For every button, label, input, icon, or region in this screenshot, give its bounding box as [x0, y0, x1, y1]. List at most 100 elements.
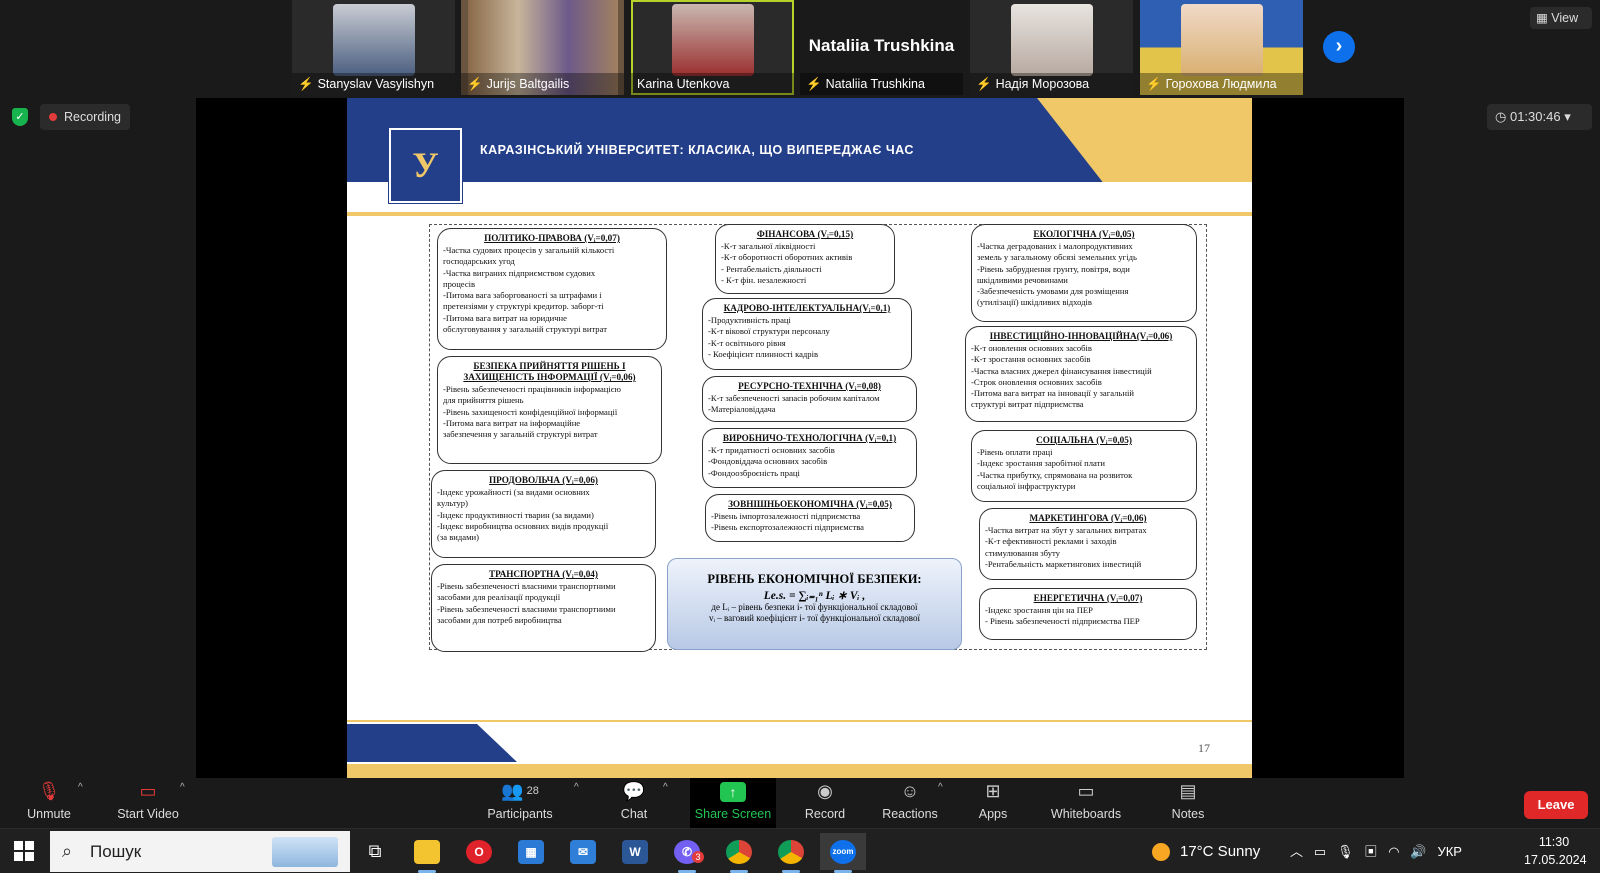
component-indicator: - Рентабельність діяльності — [721, 263, 822, 274]
microsoft-store-icon[interactable]: ▦ — [508, 833, 554, 870]
mail-icon[interactable]: ✉ — [560, 833, 606, 870]
zoom-icon[interactable]: zoom — [820, 833, 866, 873]
participant-name: Nataliia Trushkina — [825, 77, 925, 91]
component-indicator: соціальної інфраструктури — [977, 480, 1076, 491]
participants-button[interactable]: 👥 28 Participants ^ — [480, 778, 578, 828]
display-icon[interactable]: ▣ — [1364, 844, 1377, 859]
unmute-button[interactable]: 🎙 Unmute ^ — [18, 778, 83, 828]
windows-start-icon[interactable] — [14, 841, 34, 861]
component-indicator: культур) — [437, 498, 468, 509]
participant-tile[interactable]: Nataliia Trushkina ⚡ Nataliia Trushkina — [800, 0, 963, 95]
meet-now-icon[interactable]: ▭ — [1314, 844, 1326, 859]
chevron-up-icon[interactable]: ^ — [574, 782, 579, 793]
participant-name: Надія Морозова — [995, 77, 1090, 91]
component-title: ТРАНСПОРТНА (Vᵢ=0,04) — [489, 569, 598, 579]
chevron-up-icon[interactable]: ^ — [938, 782, 943, 793]
component-indicator: -Рівень забезпеченості власними транспор… — [437, 581, 616, 591]
chevron-up-icon[interactable]: ^ — [180, 782, 185, 793]
component-indicator: -Індекс зростання заробітної плати — [977, 458, 1106, 469]
whiteboards-button[interactable]: ▭ Whiteboards — [1048, 778, 1124, 828]
component-indicator: -Рентабельність маркетингових інвестицій — [985, 558, 1142, 569]
component-title: РЕСУРСНО-ТЕХНІЧНА (Vᵢ=0,08) — [738, 381, 881, 391]
taskbar-search-box[interactable]: ⌕ Пошук — [50, 831, 350, 872]
notes-button[interactable]: ▤ Notes — [1168, 778, 1208, 828]
chat-button[interactable]: 💬 Chat ^ — [615, 778, 668, 828]
component-indicator: -Рівень експортозалежності підприємства — [711, 522, 864, 533]
chevron-up-icon[interactable]: ︿ — [1290, 844, 1303, 859]
participant-tile[interactable]: ⚡ Jurijs Baltgailis — [461, 0, 624, 95]
share-screen-button[interactable]: ↑ Share Screen — [690, 778, 776, 828]
component-indicator: -Індекс виробництва основних видів проду… — [437, 520, 609, 531]
viber-badge: 3 — [692, 851, 704, 863]
component-indicator: -Питома вага витрат на інновації у загал… — [971, 388, 1134, 399]
grid-icon: ▦ — [1536, 11, 1552, 25]
component-title: БЕЗПЕКА ПРИЙНЯТТЯ РІШЕНЬ І ЗАХИЩЕНІСТЬ І… — [463, 361, 636, 382]
participant-tile[interactable]: ⚡ Stanyslav Vasylishyn — [292, 0, 455, 95]
component-indicator: -Питома вага витрат на юридичне — [443, 312, 567, 323]
chrome-icon[interactable] — [716, 833, 762, 873]
component-title: ВИРОБНИЧО-ТЕХНОЛОГІЧНА (Vᵢ=0,1) — [722, 433, 897, 443]
file-explorer-icon[interactable] — [404, 833, 450, 873]
apps-button[interactable]: ⊞ Apps — [975, 778, 1011, 828]
whiteboard-icon: ▭ — [1077, 781, 1095, 801]
component-indicator: земель у загальному обсязі земельних угі… — [977, 252, 1137, 263]
component-indicator: -К-т освітнього рівня — [708, 337, 786, 348]
chevron-down-icon: ▾ — [1564, 109, 1571, 124]
wifi-icon[interactable]: ◠ — [1388, 844, 1399, 859]
security-component-box: МАРКЕТИНГОВА (Vᵢ=0,06) -Частка витрат на … — [979, 508, 1197, 580]
component-indicator: -Частка судових процесів у загальній кіл… — [443, 245, 615, 255]
component-indicator: - К-т фін. незалежності — [721, 274, 807, 285]
component-indicator: -К-т придатності основних засобів — [708, 445, 835, 455]
microphone-icon[interactable]: 🎙 — [1337, 844, 1354, 859]
security-component-box: ЗОВНІШНЬОЕКОНОМІЧНА (Vᵢ=0,05) -Рівень імп… — [705, 494, 915, 542]
component-title: ІНВЕСТИЦІЙНО-ІННОВАЦІЙНА(Vᵢ=0,06) — [989, 331, 1173, 341]
muted-mic-icon: ⚡ — [1146, 77, 1162, 91]
record-button[interactable]: ◉ Record — [802, 778, 848, 828]
recording-indicator[interactable]: Recording — [40, 104, 130, 130]
volume-icon[interactable]: 🔊 — [1410, 844, 1426, 859]
reactions-button[interactable]: ☺ Reactions ^ — [880, 778, 943, 828]
weather-widget[interactable]: 17°C Sunny — [1152, 829, 1260, 873]
component-indicator: -Фондовіддача основних засобів — [708, 456, 828, 467]
opera-icon[interactable]: O — [456, 833, 502, 870]
viber-icon[interactable]: ✆ 3 — [664, 833, 710, 873]
component-indicator: -Питома вага витрат на інформаційне — [443, 417, 581, 428]
shield-icon[interactable]: ✓ — [12, 108, 28, 126]
participant-tile[interactable]: ⚡ Горохова Людмила — [1140, 0, 1303, 95]
component-indicator: -Строк оновлення основних засобів — [971, 376, 1102, 387]
leave-button[interactable]: Leave — [1524, 791, 1588, 819]
participant-tile[interactable]: ⚡ Надія Морозова — [970, 0, 1133, 95]
component-title: ПРОДОВОЛЬЧА (Vᵢ=0,06) — [489, 475, 598, 485]
component-indicator: -К-т забезпеченості запасів робочим капі… — [708, 393, 880, 403]
component-title: ПОЛІТИКО-ПРАВОВА (Vᵢ=0,07) — [484, 233, 620, 243]
chevron-up-icon[interactable]: ^ — [78, 782, 83, 793]
start-video-button[interactable]: ▭ Start Video ^ — [108, 778, 188, 828]
meeting-timer[interactable]: ◷ 01:30:46 ▾ — [1487, 104, 1592, 130]
share-screen-icon: ↑ — [720, 782, 746, 802]
component-indicator: -Частка витрат на збут у загальних витра… — [985, 525, 1147, 535]
participant-tile-active-speaker[interactable]: Karina Utenkova — [631, 0, 794, 95]
component-indicator: -Індекс урожайності (за видами основних — [437, 487, 590, 497]
participant-display-name: Nataliia Trushkina — [808, 36, 955, 55]
component-indicator: -Матеріаловіддача — [708, 404, 776, 415]
participant-name: Горохова Людмила — [1165, 77, 1277, 91]
component-indicator: засобами для реалізації продукції — [437, 592, 561, 603]
chevron-right-icon[interactable]: › — [1323, 31, 1355, 63]
component-indicator: шкідливими речовинами — [977, 274, 1068, 285]
muted-mic-icon: ⚡ — [976, 77, 992, 91]
chrome-profile-icon[interactable] — [768, 833, 814, 873]
language-indicator[interactable]: УКР — [1437, 844, 1462, 859]
meeting-controls: 🎙 Unmute ^ ▭ Start Video ^ 👥 28 Participants… — [0, 778, 1600, 828]
notifications-icon[interactable] — [1585, 839, 1599, 863]
view-button[interactable]: ▦ View — [1530, 7, 1592, 29]
muted-mic-icon: ⚡ — [806, 77, 822, 91]
muted-mic-icon: ⚡ — [467, 77, 483, 91]
record-icon: ◉ — [817, 781, 833, 801]
system-tray[interactable]: ︿ ▭ 🎙 ▣ ◠ 🔊 УКР — [1290, 829, 1462, 873]
task-view-icon[interactable]: ⧉ — [352, 833, 398, 870]
system-clock[interactable]: 11:30 17.05.2024 — [1524, 833, 1587, 869]
component-indicator: -Рівень забезпеченості працівників інфор… — [443, 384, 621, 394]
chevron-up-icon[interactable]: ^ — [663, 782, 668, 793]
word-icon[interactable]: W — [612, 833, 658, 870]
component-indicator: (за видами) — [437, 532, 479, 543]
